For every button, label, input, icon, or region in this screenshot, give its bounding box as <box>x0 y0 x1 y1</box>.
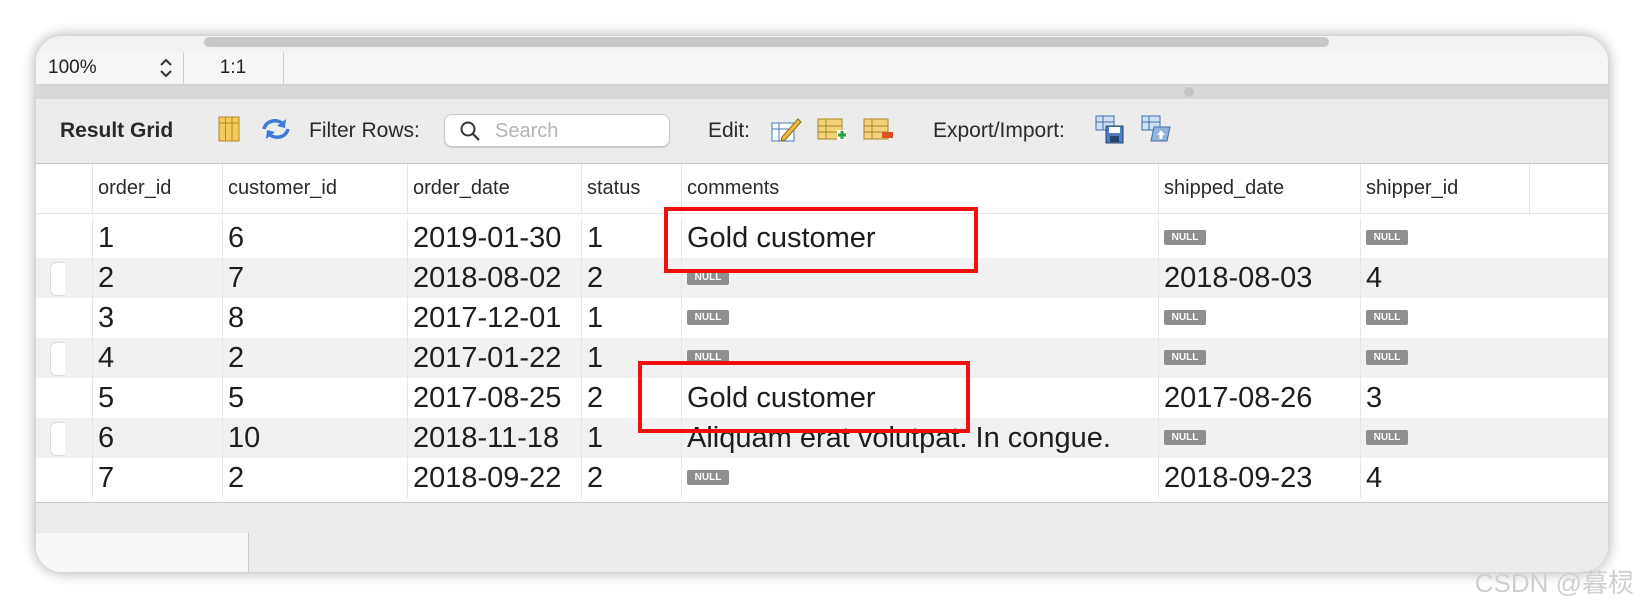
cell-shipped-date[interactable]: 2018-09-23 <box>1158 458 1360 498</box>
result-grid-toolbar: Result Grid Filter Rows: Edit: <box>36 99 1608 164</box>
cell-shipped-date[interactable]: NULL <box>1158 298 1360 338</box>
cell-order-date[interactable]: 2017-01-22 <box>407 338 581 378</box>
cell-order-id[interactable]: 2 <box>92 258 222 298</box>
highlight-box-row-1-comment <box>664 207 978 273</box>
zoom-bar: 100% 1:1 <box>36 52 1608 85</box>
null-badge: NULL <box>1366 309 1408 325</box>
row-selector[interactable] <box>50 422 65 456</box>
cell-customer-id[interactable]: 7 <box>222 258 407 298</box>
null-badge: NULL <box>1164 429 1206 445</box>
table-row[interactable]: 3 8 2017-12-01 1 NULL NULL NULL <box>36 298 1608 338</box>
cell-order-id[interactable]: 4 <box>92 338 222 378</box>
cell-shipper-id[interactable]: 4 <box>1360 258 1530 298</box>
column-header-customer-id[interactable]: customer_id <box>222 164 407 213</box>
cell-order-date[interactable]: 2018-08-02 <box>407 258 581 298</box>
cell-customer-id[interactable]: 8 <box>222 298 407 338</box>
edit-cell-icon[interactable] <box>770 113 802 145</box>
result-grid-title: Result Grid <box>60 119 174 142</box>
refresh-icon[interactable] <box>260 113 292 145</box>
zoom-select[interactable]: 100% <box>36 52 184 84</box>
horizontal-scrollbar-top[interactable] <box>36 36 1608 52</box>
cell-customer-id[interactable]: 2 <box>222 458 407 498</box>
cell-order-id[interactable]: 7 <box>92 458 222 498</box>
watermark: CSDN @暮棂 <box>1474 568 1634 598</box>
null-badge: NULL <box>1164 229 1206 245</box>
import-load-icon[interactable] <box>1140 113 1172 145</box>
search-icon <box>460 121 480 141</box>
cell-shipped-date[interactable]: NULL <box>1158 338 1360 378</box>
bottom-tab-bar <box>36 502 1608 572</box>
cell-customer-id[interactable]: 6 <box>222 218 407 258</box>
column-header-shipper-id[interactable]: shipper_id <box>1360 164 1530 213</box>
cell-shipped-date[interactable]: 2017-08-26 <box>1158 378 1360 418</box>
cell-order-date[interactable]: 2018-09-22 <box>407 458 581 498</box>
column-header-shipped-date[interactable]: shipped_date <box>1158 164 1360 213</box>
cell-status[interactable]: 1 <box>581 298 681 338</box>
cell-customer-id[interactable]: 5 <box>222 378 407 418</box>
null-badge: NULL <box>687 469 729 485</box>
grid-columns-icon[interactable] <box>213 113 245 145</box>
cell-shipper-id[interactable]: NULL <box>1360 338 1530 378</box>
export-import-label: Export/Import: <box>933 119 1065 142</box>
cell-order-id[interactable]: 6 <box>92 418 222 458</box>
zoom-level: 100% <box>48 57 97 78</box>
cell-customer-id[interactable]: 10 <box>222 418 407 458</box>
row-selector[interactable] <box>50 342 65 376</box>
filter-rows-label: Filter Rows: <box>309 119 420 142</box>
null-badge: NULL <box>1366 229 1408 245</box>
add-row-icon[interactable] <box>816 113 848 145</box>
edit-label: Edit: <box>708 119 751 142</box>
null-badge: NULL <box>1164 349 1206 365</box>
cell-order-id[interactable]: 5 <box>92 378 222 418</box>
cell-shipped-date[interactable]: 2018-08-03 <box>1158 258 1360 298</box>
null-badge: NULL <box>1366 349 1408 365</box>
result-grid-window: 100% 1:1 Result Grid Filter Rows: Search… <box>36 36 1608 572</box>
highlight-box-row-5-comment <box>638 361 970 433</box>
zoom-ratio-button[interactable]: 1:1 <box>183 52 284 84</box>
cell-order-date[interactable]: 2019-01-30 <box>407 218 581 258</box>
cell-shipper-id[interactable]: NULL <box>1360 218 1530 258</box>
cell-shipped-date[interactable]: NULL <box>1158 218 1360 258</box>
cell-shipper-id[interactable]: 4 <box>1360 458 1530 498</box>
column-header-comments[interactable]: comments <box>681 164 1158 213</box>
column-header-order-id[interactable]: order_id <box>92 164 222 213</box>
chevron-updown-icon[interactable] <box>159 56 173 80</box>
table-row[interactable]: 7 2 2018-09-22 2 NULL 2018-09-23 4 <box>36 458 1608 498</box>
result-tab[interactable] <box>36 533 249 572</box>
cell-shipper-id[interactable]: NULL <box>1360 298 1530 338</box>
splitter-bar[interactable] <box>36 85 1608 99</box>
cell-order-id[interactable]: 1 <box>92 218 222 258</box>
scrollbar-thumb[interactable] <box>204 37 1329 47</box>
cell-customer-id[interactable]: 2 <box>222 338 407 378</box>
column-header-status[interactable]: status <box>581 164 681 213</box>
cell-shipped-date[interactable]: NULL <box>1158 418 1360 458</box>
cell-order-date[interactable]: 2018-11-18 <box>407 418 581 458</box>
export-save-icon[interactable] <box>1094 113 1126 145</box>
cell-order-id[interactable]: 3 <box>92 298 222 338</box>
null-badge: NULL <box>1366 429 1408 445</box>
filter-search[interactable] <box>444 114 670 147</box>
cell-order-date[interactable]: 2017-08-25 <box>407 378 581 418</box>
search-input[interactable] <box>493 119 665 143</box>
cell-shipper-id[interactable]: NULL <box>1360 418 1530 458</box>
splitter-handle[interactable] <box>1184 87 1194 97</box>
row-selector[interactable] <box>50 262 65 296</box>
cell-order-date[interactable]: 2017-12-01 <box>407 298 581 338</box>
cell-comments[interactable]: NULL <box>681 298 1158 338</box>
delete-row-icon[interactable] <box>862 113 894 145</box>
cell-status[interactable]: 2 <box>581 458 681 498</box>
null-badge: NULL <box>687 309 729 325</box>
column-header-order-date[interactable]: order_date <box>407 164 581 213</box>
cell-shipper-id[interactable]: 3 <box>1360 378 1530 418</box>
cell-comments[interactable]: NULL <box>681 458 1158 498</box>
null-badge: NULL <box>1164 309 1206 325</box>
